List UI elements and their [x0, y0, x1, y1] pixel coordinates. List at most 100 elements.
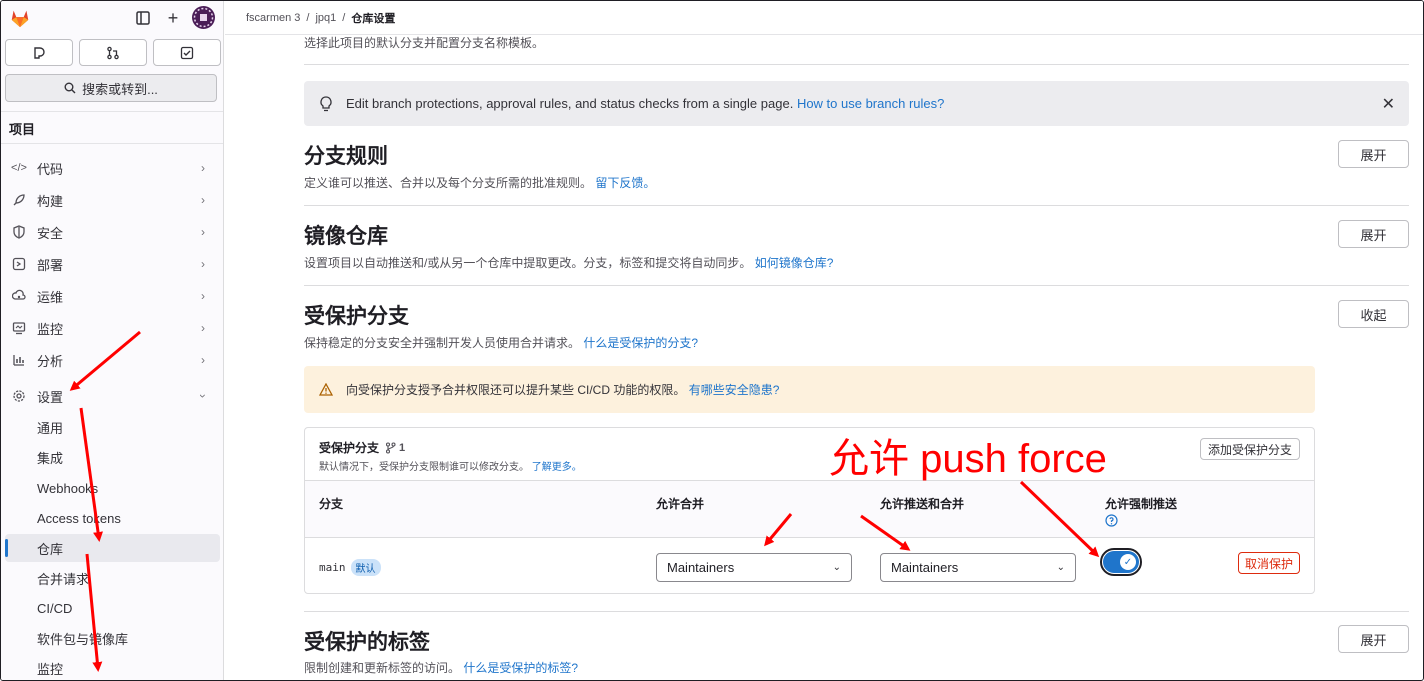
lightbulb-icon: [318, 95, 334, 112]
table-row: main 默认 Maintainers ⌄ Maintainers ⌄ ✓ 取消…: [305, 538, 1314, 593]
chevron-right-icon: ›: [201, 193, 205, 207]
how-to-branch-rules-link[interactable]: How to use branch rules?: [797, 96, 944, 111]
protected-branches-desc: 保持稳定的分支安全并强制开发人员使用合并请求。 什么是受保护的分支?: [304, 334, 698, 351]
sidebar-item-label: 代码: [37, 161, 64, 177]
main-content: 选择此项目的默认分支并配置分支名称模板。 Edit branch protect…: [225, 36, 1423, 680]
allowed-to-merge-select[interactable]: Maintainers ⌄: [656, 553, 852, 582]
sidebar-item-settings[interactable]: 设置 ›: [1, 382, 223, 410]
sidebar-sub-label: Webhooks: [37, 480, 99, 496]
card-subtitle-text: 默认情况下，受保护分支限制谁可以修改分支。: [319, 462, 529, 473]
sidebar-item-label: 部署: [37, 257, 64, 273]
column-allowed-to-push: 允许推送和合并: [880, 497, 965, 511]
column-allowed-to-merge: 允许合并: [656, 497, 705, 511]
gear-icon: [11, 388, 27, 404]
branch-rules-info-banner: Edit branch protections, approval rules,…: [304, 81, 1409, 126]
select-value: Maintainers: [891, 560, 959, 575]
sidebar-item-monitor[interactable]: 监控 ›: [1, 314, 223, 342]
sidebar-sub-cicd[interactable]: CI/CD: [5, 594, 220, 622]
sidebar-sub-repository[interactable]: 仓库: [5, 534, 220, 562]
sidebar-sub-integrations[interactable]: 集成: [5, 443, 220, 471]
code-icon: </>: [11, 162, 27, 174]
sidebar-item-analyze[interactable]: 分析 ›: [1, 346, 223, 374]
breadcrumb-item[interactable]: jpq1: [315, 12, 336, 24]
mirror-desc: 设置项目以自动推送和/或从另一个仓库中提取更改。分支，标签和提交将自动同步。 如…: [304, 254, 833, 271]
shield-icon: [11, 224, 27, 240]
deploy-icon: [11, 256, 27, 272]
security-implications-link[interactable]: 有哪些安全隐患?: [689, 381, 780, 398]
column-label: 允许强制推送: [1105, 497, 1178, 511]
select-value: Maintainers: [667, 560, 735, 575]
desc-text: 限制创建和更新标签的访问。: [304, 661, 461, 675]
divider: [304, 285, 1409, 286]
breadcrumb-item[interactable]: fscarmen 3: [246, 12, 300, 24]
card-title: 受保护分支 1: [319, 439, 405, 456]
chevron-right-icon: ›: [201, 289, 205, 303]
sidebar-top: +: [1, 1, 223, 35]
sidebar-sub-label: 软件包与镜像库: [37, 631, 129, 647]
sidebar-item-label: 运维: [37, 289, 64, 305]
todo-tab-icon[interactable]: [153, 39, 221, 66]
chevron-down-icon: ⌄: [832, 562, 841, 573]
sidebar-toggle-icon[interactable]: [132, 7, 154, 29]
desc-text: 定义谁可以推送、合并以及每个分支所需的批准规则。: [304, 176, 593, 190]
search-button[interactable]: 搜索或转到...: [5, 74, 217, 102]
cloud-icon: [11, 288, 27, 304]
feedback-link[interactable]: 留下反馈。: [595, 176, 655, 190]
branch-name-text: main: [319, 561, 346, 574]
sidebar-sub-access-tokens[interactable]: Access tokens: [5, 504, 220, 532]
chevron-right-icon: ›: [201, 353, 205, 367]
help-icon[interactable]: [1105, 514, 1177, 530]
expand-branch-rules-button[interactable]: 展开: [1338, 140, 1409, 168]
sidebar-item-label: 设置: [37, 389, 64, 405]
check-icon: ✓: [1120, 554, 1136, 570]
sidebar-item-deploy[interactable]: 部署 ›: [1, 250, 223, 278]
sidebar-item-build[interactable]: 构建 ›: [1, 186, 223, 214]
collapse-protected-branches-button[interactable]: 收起: [1338, 300, 1409, 328]
breadcrumb: fscarmen 3 / jpq1 / 仓库设置: [225, 1, 1423, 35]
expand-protected-tags-button[interactable]: 展开: [1338, 625, 1409, 653]
sidebar-item-operate[interactable]: 运维 ›: [1, 282, 223, 310]
learn-more-link[interactable]: 了解更多。: [532, 462, 582, 473]
sidebar-item-label: 安全: [37, 225, 64, 241]
sidebar-sub-label: 合并请求: [37, 571, 90, 587]
desc-text: 设置项目以自动推送和/或从另一个仓库中提取更改。分支，标签和提交将自动同步。: [304, 256, 752, 270]
how-to-mirror-link[interactable]: 如何镜像仓库?: [755, 256, 834, 270]
expand-mirror-button[interactable]: 展开: [1338, 220, 1409, 248]
gitlab-logo-icon[interactable]: [9, 7, 31, 29]
breadcrumb-separator: /: [342, 11, 346, 24]
branch-rules-desc: 定义谁可以推送、合并以及每个分支所需的批准规则。 留下反馈。: [304, 174, 655, 191]
plus-icon[interactable]: +: [162, 7, 184, 29]
sidebar-sub-label: 集成: [37, 450, 64, 466]
sidebar-sub-merge-requests[interactable]: 合并请求: [5, 564, 220, 592]
default-badge: 默认: [350, 559, 381, 576]
mirror-title: 镜像仓库: [304, 225, 388, 248]
allowed-to-push-select[interactable]: Maintainers ⌄: [880, 553, 1076, 582]
unprotect-button[interactable]: 取消保护: [1237, 552, 1300, 574]
search-icon: [64, 82, 76, 94]
merge-requests-tab-icon[interactable]: [79, 39, 147, 66]
rocket-icon: [11, 192, 27, 208]
branch-count-value: 1: [399, 441, 406, 454]
app-window: + 搜索或转到... 项目 </> 代码 › 构建 › 安全 › 部署 › 运维…: [0, 0, 1424, 681]
protected-tags-desc: 限制创建和更新标签的访问。 什么是受保护的标签?: [304, 659, 578, 676]
breadcrumb-current[interactable]: 仓库设置: [351, 10, 395, 26]
issues-tab-icon[interactable]: [5, 39, 73, 66]
what-are-protected-branches-link[interactable]: 什么是受保护的分支?: [583, 336, 698, 350]
sidebar-sub-general[interactable]: 通用: [5, 413, 220, 441]
add-protected-branch-button[interactable]: 添加受保护分支: [1199, 438, 1300, 460]
sidebar-sub-monitor[interactable]: 监控: [5, 654, 220, 680]
sidebar-heading: 项目: [9, 122, 36, 137]
chart-icon: [11, 352, 27, 368]
sidebar-item-label: 构建: [37, 193, 64, 209]
sidebar-sub-packages[interactable]: 软件包与镜像库: [5, 624, 220, 652]
avatar[interactable]: [192, 6, 215, 29]
sidebar-sub-webhooks[interactable]: Webhooks: [5, 474, 220, 502]
card-header: 受保护分支 1 默认情况下，受保护分支限制谁可以修改分支。 了解更多。 添加受保…: [305, 428, 1314, 481]
divider: [304, 205, 1409, 206]
sidebar-item-code[interactable]: </> 代码 ›: [1, 154, 223, 182]
what-are-protected-tags-link[interactable]: 什么是受保护的标签?: [463, 661, 578, 675]
sidebar-item-label: 监控: [37, 321, 64, 337]
close-icon[interactable]: ✕: [1382, 94, 1395, 114]
force-push-toggle[interactable]: ✓: [1100, 548, 1142, 576]
sidebar-item-security[interactable]: 安全 ›: [1, 218, 223, 246]
